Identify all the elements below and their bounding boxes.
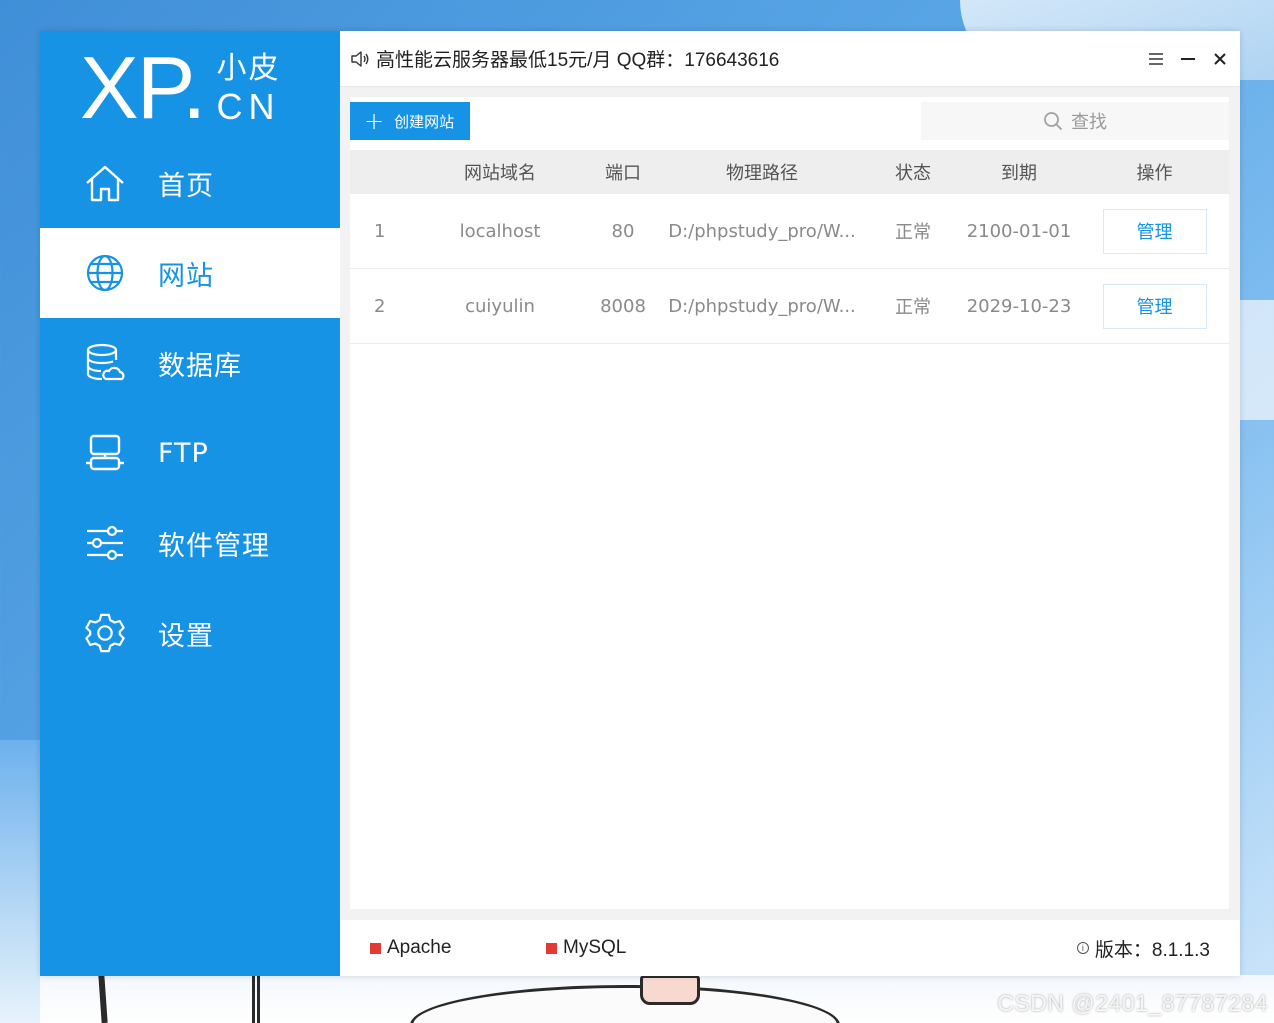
sidebar-item-database[interactable]: 数据库 [40, 318, 340, 408]
column-header-status: 状态 [895, 163, 931, 184]
sidebar-item-home[interactable]: 首页 [40, 138, 340, 228]
server-icon [84, 432, 126, 474]
column-header-domain: 网站域名 [464, 163, 536, 184]
row-index: 1 [374, 220, 386, 242]
logo-cn-top: 小皮 [216, 51, 281, 86]
column-header-action: 操作 [1136, 163, 1173, 184]
app-window: XP. 小皮 CN 首页 网站 数据库 FTP 软件管理 设置 高性能云服务器最… [40, 31, 1240, 976]
create-website-label: 创建网站 [394, 112, 455, 131]
service-apache[interactable]: Apache [370, 920, 451, 976]
sidebar-item-label: FTP [158, 437, 209, 469]
minimize-icon[interactable] [1178, 47, 1198, 71]
sidebar-item-software[interactable]: 软件管理 [40, 498, 340, 588]
create-website-button[interactable]: + 创建网站 [350, 102, 470, 140]
table-row: 1 localhost 80 D:/phpstudy_pro/W... 正常 2… [350, 194, 1229, 269]
row-domain: cuiyulin [465, 295, 535, 317]
row-port: 8008 [600, 295, 646, 317]
row-port: 80 [611, 220, 635, 242]
column-header-expiry: 到期 [1001, 163, 1037, 184]
sidebar-item-settings[interactable]: 设置 [40, 588, 340, 678]
desktop-wallpaper-illustration [640, 975, 700, 1005]
website-list-panel: + 创建网站 查找 网站域名 端口 物理路径 状态 到期 操作 1 localh… [350, 97, 1229, 909]
sidebar-item-websites[interactable]: 网站 [40, 228, 340, 318]
title-bar: 高性能云服务器最低15元/月 QQ群：176643616 [340, 31, 1240, 87]
service-name: MySQL [563, 937, 627, 958]
desktop-wallpaper-shape [1238, 300, 1274, 420]
plus-icon: + [364, 107, 385, 135]
search-placeholder: 查找 [1071, 112, 1107, 133]
sidebar-item-label: 网站 [158, 260, 214, 292]
globe-icon [84, 252, 126, 294]
logo-brand: XP. [80, 38, 206, 137]
row-path: D:/phpstudy_pro/W... [668, 295, 856, 317]
version-text: 版本：8.1.1.3 [1094, 939, 1210, 961]
stopped-indicator-icon [546, 942, 557, 954]
website-table: 网站域名 端口 物理路径 状态 到期 操作 1 localhost 80 D:/… [350, 150, 1229, 344]
sidebar-item-label: 软件管理 [158, 530, 270, 562]
sidebar-item-ftp[interactable]: FTP [40, 408, 340, 498]
search-icon [1044, 112, 1063, 131]
toolbar: + 创建网站 查找 [350, 97, 1229, 147]
app-logo: XP. 小皮 CN [80, 38, 281, 137]
watermark: CSDN @2401_87787284 [997, 990, 1268, 1016]
sidebar-nav: 首页 网站 数据库 FTP 软件管理 设置 [40, 138, 340, 678]
column-header-path: 物理路径 [726, 163, 798, 184]
manage-button[interactable]: 管理 [1102, 208, 1207, 254]
table-header: 网站域名 端口 物理路径 状态 到期 操作 [350, 150, 1229, 194]
manage-button[interactable]: 管理 [1102, 283, 1207, 329]
status-bar: Apache MySQL i 版本：8.1.1.3 [340, 920, 1240, 976]
sliders-icon [84, 522, 126, 564]
desktop-wallpaper-illustration [252, 975, 260, 1023]
row-action-cell: 管理 [1080, 208, 1229, 254]
row-expiry: 2029-10-23 [966, 295, 1072, 317]
database-icon [84, 342, 126, 384]
table-row: 2 cuiyulin 8008 D:/phpstudy_pro/W... 正常 … [350, 269, 1229, 344]
sidebar: XP. 小皮 CN 首页 网站 数据库 FTP 软件管理 设置 [40, 31, 340, 976]
row-action-cell: 管理 [1080, 283, 1229, 329]
sidebar-item-label: 设置 [158, 620, 214, 652]
row-index: 2 [374, 295, 386, 317]
row-expiry: 2100-01-01 [966, 220, 1072, 242]
service-mysql[interactable]: MySQL [546, 920, 626, 976]
speaker-icon [350, 49, 370, 69]
column-header-port: 端口 [605, 163, 641, 184]
window-controls [1146, 47, 1230, 71]
sidebar-item-label: 首页 [158, 170, 214, 202]
main-panel: 高性能云服务器最低15元/月 QQ群：176643616 + 创建网站 查找 网… [340, 31, 1240, 976]
menu-icon[interactable] [1146, 47, 1166, 71]
stopped-indicator-icon [370, 942, 381, 954]
logo-cn-bottom: CN [216, 86, 281, 127]
announcement-text[interactable]: 高性能云服务器最低15元/月 QQ群：176643616 [376, 45, 779, 72]
row-path: D:/phpstudy_pro/W... [668, 220, 856, 242]
version-info: i 版本：8.1.1.3 [1076, 920, 1210, 976]
gear-icon [84, 612, 126, 654]
row-status: 正常 [895, 297, 931, 318]
info-icon: i [1076, 942, 1089, 954]
sidebar-item-label: 数据库 [158, 350, 242, 382]
search-input[interactable]: 查找 [921, 102, 1229, 140]
home-icon [84, 162, 126, 204]
service-name: Apache [387, 937, 452, 958]
row-status: 正常 [895, 222, 931, 243]
row-domain: localhost [459, 220, 541, 242]
close-icon[interactable] [1210, 47, 1230, 71]
